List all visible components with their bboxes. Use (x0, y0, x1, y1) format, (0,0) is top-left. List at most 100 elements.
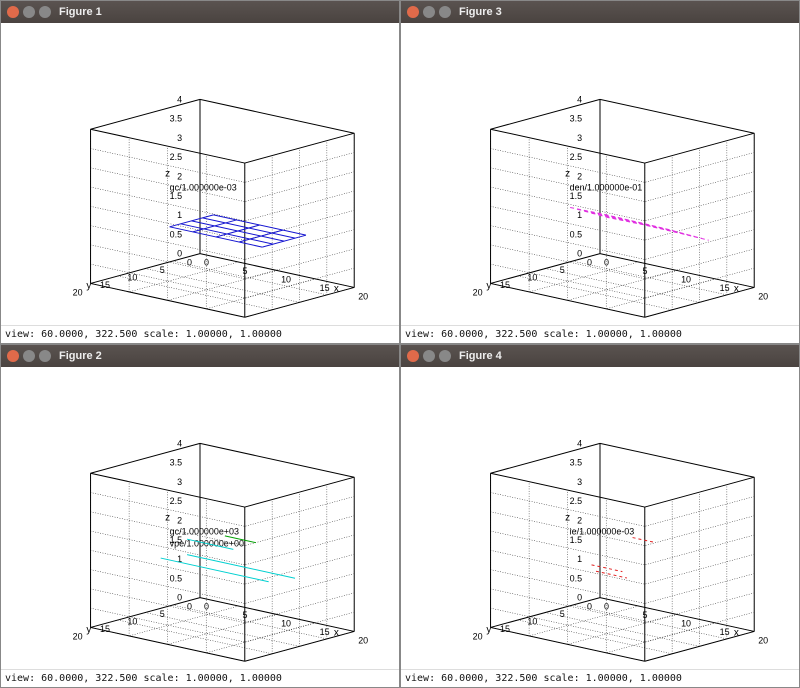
svg-text:5: 5 (243, 266, 248, 276)
svg-text:2.5: 2.5 (570, 496, 582, 506)
svg-text:0: 0 (587, 602, 592, 612)
svg-text:20: 20 (358, 635, 368, 645)
svg-text:5: 5 (243, 610, 248, 620)
svg-text:3.5: 3.5 (570, 114, 582, 124)
svg-text:2: 2 (577, 515, 582, 525)
svg-text:3.5: 3.5 (170, 458, 182, 468)
svg-text:0: 0 (577, 593, 582, 603)
svg-text:0: 0 (187, 602, 192, 612)
status-text: view: 60.0000, 322.500 scale: 1.00000, 1… (5, 329, 282, 340)
svg-text:3.5: 3.5 (170, 114, 182, 124)
svg-text:3: 3 (177, 477, 182, 487)
titlebar[interactable]: Figure 3 (401, 1, 799, 23)
maximize-icon[interactable] (39, 350, 51, 362)
titlebar[interactable]: Figure 1 (1, 1, 399, 23)
figure-window-4: Figure 4 00.511.522.533.5405101520051015… (400, 344, 800, 688)
window-title: Figure 4 (459, 350, 502, 362)
close-icon[interactable] (407, 350, 419, 362)
svg-text:ie/1.000000e-03: ie/1.000000e-03 (570, 527, 635, 537)
svg-text:20: 20 (73, 287, 83, 297)
figure-window-1: Figure 1 00.511.522.533.5405101520051015… (0, 0, 400, 344)
minimize-icon[interactable] (23, 350, 35, 362)
minimize-icon[interactable] (423, 6, 435, 18)
svg-text:z: z (165, 512, 170, 523)
svg-text:y: y (86, 624, 91, 635)
svg-text:0: 0 (577, 249, 582, 259)
svg-text:0: 0 (187, 258, 192, 268)
svg-text:5: 5 (160, 265, 165, 275)
plot-area[interactable]: 00.511.522.533.540510152005101520xyzie/1… (401, 367, 799, 669)
figure-window-3: Figure 3 00.511.522.533.5405101520051015… (400, 0, 800, 344)
svg-text:5: 5 (643, 610, 648, 620)
svg-text:0.5: 0.5 (570, 229, 582, 239)
close-icon[interactable] (7, 350, 19, 362)
svg-text:4: 4 (177, 438, 182, 448)
close-icon[interactable] (407, 6, 419, 18)
maximize-icon[interactable] (439, 6, 451, 18)
maximize-icon[interactable] (439, 350, 451, 362)
svg-text:10: 10 (681, 274, 691, 284)
svg-text:5: 5 (560, 609, 565, 619)
svg-text:20: 20 (358, 291, 368, 301)
svg-text:1: 1 (177, 210, 182, 220)
svg-text:10: 10 (127, 272, 137, 282)
svg-text:15: 15 (500, 280, 510, 290)
svg-text:5: 5 (560, 265, 565, 275)
svg-text:15: 15 (720, 283, 730, 293)
svg-text:0.5: 0.5 (170, 229, 182, 239)
svg-text:x: x (734, 627, 739, 638)
svg-text:2.5: 2.5 (170, 496, 182, 506)
figure-window-2: Figure 2 00.511.522.533.5405101520051015… (0, 344, 400, 688)
svg-text:4: 4 (577, 94, 582, 104)
minimize-icon[interactable] (423, 350, 435, 362)
window-title: Figure 1 (59, 6, 102, 18)
svg-text:3.5: 3.5 (570, 458, 582, 468)
svg-text:10: 10 (681, 618, 691, 628)
svg-text:0: 0 (177, 249, 182, 259)
svg-text:0: 0 (204, 602, 209, 612)
svg-text:2: 2 (577, 171, 582, 181)
svg-text:15: 15 (100, 280, 110, 290)
svg-text:0: 0 (587, 258, 592, 268)
svg-text:den/1.000000e-01: den/1.000000e-01 (570, 183, 643, 193)
svg-text:1: 1 (577, 554, 582, 564)
titlebar[interactable]: Figure 4 (401, 345, 799, 367)
svg-text:z: z (165, 168, 170, 179)
svg-text:15: 15 (320, 283, 330, 293)
plot-area[interactable]: 00.511.522.533.540510152005101520xyzden/… (401, 23, 799, 325)
svg-text:z: z (565, 512, 570, 523)
svg-text:20: 20 (473, 287, 483, 297)
svg-text:gc/1.000000e-03: gc/1.000000e-03 (170, 183, 237, 193)
window-title: Figure 3 (459, 6, 502, 18)
window-title: Figure 2 (59, 350, 102, 362)
status-text: view: 60.0000, 322.500 scale: 1.00000, 1… (405, 673, 682, 684)
svg-text:15: 15 (320, 627, 330, 637)
svg-text:0: 0 (204, 258, 209, 268)
plot-area[interactable]: 00.511.522.533.540510152005101520xyzgc/1… (1, 367, 399, 669)
svg-text:2: 2 (177, 171, 182, 181)
svg-text:4: 4 (577, 438, 582, 448)
svg-text:2.5: 2.5 (570, 152, 582, 162)
svg-text:y: y (486, 280, 491, 291)
maximize-icon[interactable] (39, 6, 51, 18)
minimize-icon[interactable] (23, 6, 35, 18)
svg-text:y: y (486, 624, 491, 635)
status-bar: view: 60.0000, 322.500 scale: 1.00000, 1… (1, 669, 399, 687)
svg-text:10: 10 (127, 616, 137, 626)
svg-text:0.5: 0.5 (170, 573, 182, 583)
svg-text:20: 20 (73, 631, 83, 641)
svg-text:1: 1 (577, 210, 582, 220)
titlebar[interactable]: Figure 2 (1, 345, 399, 367)
svg-text:5: 5 (643, 266, 648, 276)
svg-text:5: 5 (160, 609, 165, 619)
svg-text:20: 20 (473, 631, 483, 641)
svg-text:x: x (334, 283, 339, 294)
status-bar: view: 60.0000, 322.500 scale: 1.00000, 1… (401, 669, 799, 687)
status-text: view: 60.0000, 322.500 scale: 1.00000, 1… (5, 673, 282, 684)
svg-text:x: x (734, 283, 739, 294)
close-icon[interactable] (7, 6, 19, 18)
plot-area[interactable]: 00.511.522.533.540510152005101520xyzgc/1… (1, 23, 399, 325)
svg-text:z: z (565, 168, 570, 179)
svg-text:10: 10 (281, 274, 291, 284)
svg-text:0.5: 0.5 (570, 573, 582, 583)
